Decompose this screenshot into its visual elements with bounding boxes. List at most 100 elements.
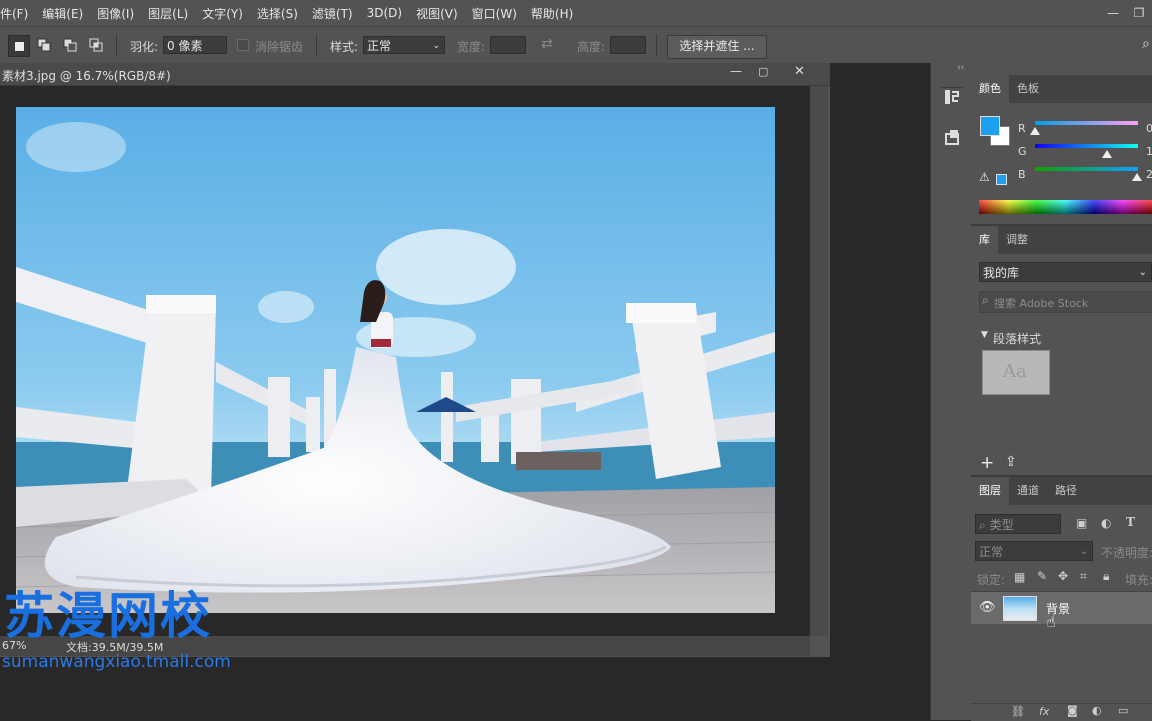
select-and-mask-button[interactable]: 选择并遮住 ... xyxy=(667,35,767,59)
swap-icon[interactable]: ⇄ xyxy=(541,36,553,52)
menu-type[interactable]: 文字(Y) xyxy=(195,5,250,22)
style-thumb-text: Aa xyxy=(1003,361,1027,382)
antialias-checkbox[interactable] xyxy=(237,39,249,51)
minimize-icon[interactable]: — xyxy=(730,64,742,78)
close-icon[interactable]: ✕ xyxy=(794,64,805,79)
tab-adjustments[interactable]: 调整 xyxy=(998,226,1036,254)
properties-icon[interactable] xyxy=(943,128,961,146)
watermark-title: 苏漫网校 xyxy=(4,587,212,645)
adjustment-filter-icon[interactable]: ◐ xyxy=(1101,516,1111,530)
expand-triangle-icon[interactable]: ▼ xyxy=(981,330,988,340)
maximize-icon[interactable]: ▢ xyxy=(758,65,768,78)
menu-file[interactable]: 件(F) xyxy=(0,5,35,22)
lock-label: 锁定: xyxy=(977,573,1006,587)
visibility-eye-icon[interactable]: 👁︎ xyxy=(979,600,996,615)
channel-b-thumb[interactable] xyxy=(1132,173,1142,181)
layers-panel-tabs: 图层 通道 路径 xyxy=(971,477,1152,505)
panel-icon-strip: ‹‹ xyxy=(930,63,972,720)
paragraph-styles-title[interactable]: 段落样式 xyxy=(993,330,1041,347)
intersect-selection-icon[interactable] xyxy=(86,35,106,55)
menu-edit[interactable]: 编辑(E) xyxy=(35,5,90,22)
layer-thumbnail xyxy=(1003,596,1037,621)
height-label: 高度: xyxy=(577,40,606,54)
menu-view[interactable]: 视图(V) xyxy=(409,5,465,22)
channel-g-slider[interactable] xyxy=(1035,144,1138,148)
adjustment-layer-icon[interactable]: ◐ xyxy=(1092,704,1102,717)
channel-b-value[interactable]: 2 xyxy=(1146,168,1152,181)
lock-position-icon[interactable]: ✥ xyxy=(1058,569,1068,583)
menu-window[interactable]: 窗口(W) xyxy=(465,5,524,22)
lock-all-icon[interactable]: 🔒︎ xyxy=(1103,569,1109,584)
height-input[interactable] xyxy=(610,36,646,54)
subtract-selection-icon[interactable] xyxy=(60,35,80,55)
lock-transparent-icon[interactable]: ▦ xyxy=(1014,570,1025,584)
channel-g-value[interactable]: 1 xyxy=(1146,145,1152,158)
collapse-arrows-icon[interactable]: ‹‹ xyxy=(957,63,964,73)
lock-image-icon[interactable]: ✎ xyxy=(1037,569,1047,583)
library-select[interactable]: 我的库 ⌄ xyxy=(979,262,1152,282)
wedding-photo xyxy=(16,107,775,613)
layer-row[interactable]: 👁︎ 背景 xyxy=(971,592,1152,624)
feather-input[interactable]: 0 像素 xyxy=(163,36,227,54)
link-layers-icon[interactable]: ⛓ xyxy=(1011,705,1025,718)
channel-r-value[interactable]: 0 xyxy=(1146,122,1152,135)
style-select[interactable]: 正常 ⌄ xyxy=(363,36,445,54)
menu-bar: 件(F) 编辑(E) 图像(I) 图层(L) 文字(Y) 选择(S) 滤镜(T)… xyxy=(0,0,1152,26)
history-icon[interactable] xyxy=(943,88,961,106)
chevron-down-icon: ⌄ xyxy=(1138,267,1147,278)
menu-3d[interactable]: 3D(D) xyxy=(360,6,409,20)
upload-icon[interactable]: ⇪ xyxy=(1005,454,1017,470)
layer-style-icon[interactable]: fx xyxy=(1039,705,1049,718)
style-value: 正常 xyxy=(367,39,392,53)
photo-canvas[interactable] xyxy=(16,107,775,613)
channel-b-slider[interactable] xyxy=(1035,167,1138,171)
menu-select[interactable]: 选择(S) xyxy=(250,5,305,22)
add-mask-icon[interactable]: ◙ xyxy=(1067,704,1078,717)
watermark-url: sumanwangxiao.tmall.com xyxy=(2,652,231,672)
channel-g-thumb[interactable] xyxy=(1102,150,1112,158)
restore-icon[interactable]: ❐ xyxy=(1126,3,1152,23)
chevron-down-icon: ⌄ xyxy=(432,41,440,51)
minimize-icon[interactable]: — xyxy=(1100,3,1126,23)
width-input[interactable] xyxy=(490,36,526,54)
lock-artboard-icon[interactable]: ⌗ xyxy=(1080,569,1087,584)
hand-cursor-icon: ☝ xyxy=(1046,612,1056,631)
menu-image[interactable]: 图像(I) xyxy=(90,5,141,22)
new-group-icon[interactable]: ▭ xyxy=(1118,704,1128,717)
gamut-warning-icon[interactable]: ⚠ xyxy=(979,170,990,184)
blend-mode-select[interactable]: 正常 ⌄ xyxy=(975,541,1093,561)
fill-label: 填充: xyxy=(1125,573,1152,587)
separator xyxy=(656,34,657,56)
tab-channels[interactable]: 通道 xyxy=(1009,477,1047,505)
foreground-color-swatch[interactable] xyxy=(980,116,1000,136)
channel-r-label: R xyxy=(1018,122,1026,135)
channel-r-slider[interactable] xyxy=(1035,121,1138,125)
document-titlebar[interactable]: 素材3.jpg @ 16.7%(RGB/8#) — ▢ ✕ xyxy=(0,63,830,86)
opacity-label: 不透明度: xyxy=(1101,546,1152,560)
stock-search-input[interactable]: ⌕ 搜索 Adobe Stock xyxy=(979,291,1152,313)
tab-layers[interactable]: 图层 xyxy=(971,477,1009,505)
tab-swatches[interactable]: 色板 xyxy=(1009,75,1047,103)
tab-color[interactable]: 颜色 xyxy=(971,75,1009,103)
layers-footer: ⛓ fx ◙ ◐ ▭ xyxy=(971,703,1152,721)
menu-help[interactable]: 帮助(H) xyxy=(524,5,580,22)
tab-paths[interactable]: 路径 xyxy=(1047,477,1085,505)
type-filter-icon[interactable]: T xyxy=(1126,515,1135,529)
search-icon[interactable]: ⌕ xyxy=(1142,36,1150,52)
tab-libraries[interactable]: 库 xyxy=(971,226,998,254)
paragraph-style-thumbnail[interactable]: Aa xyxy=(982,350,1050,395)
layer-filter-select[interactable]: ⌕ 类型 xyxy=(975,514,1061,534)
websafe-color-swatch[interactable] xyxy=(996,174,1007,185)
add-selection-icon[interactable] xyxy=(34,35,54,55)
width-label: 宽度: xyxy=(457,40,486,54)
add-icon[interactable]: + xyxy=(980,453,994,473)
image-filter-icon[interactable]: ▣ xyxy=(1076,516,1087,530)
stock-search-placeholder: 搜索 Adobe Stock xyxy=(994,297,1089,310)
menu-filter[interactable]: 滤镜(T) xyxy=(305,5,360,22)
blend-mode-value: 正常 xyxy=(979,545,1004,559)
menu-layer[interactable]: 图层(L) xyxy=(141,5,195,22)
layer-filter-value: 类型 xyxy=(989,518,1014,532)
vertical-scrollbar[interactable] xyxy=(810,86,828,636)
new-selection-icon[interactable] xyxy=(8,35,30,57)
channel-r-thumb[interactable] xyxy=(1030,127,1040,135)
